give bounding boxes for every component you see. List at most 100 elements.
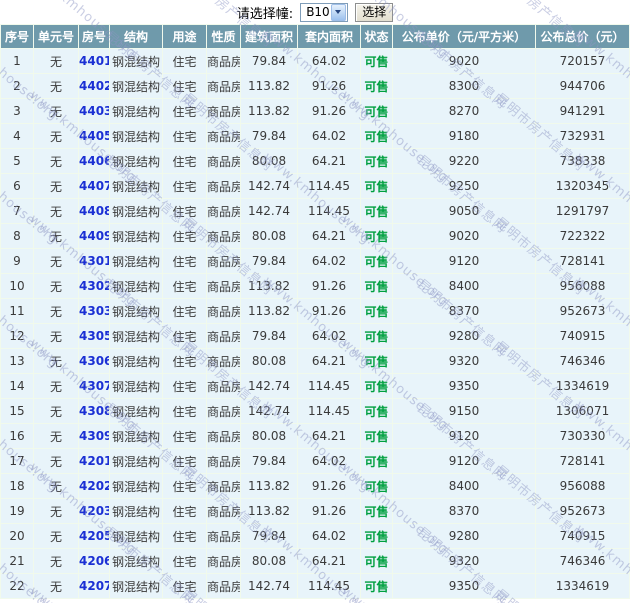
table-row: 10 无 4302 钢混结构 住宅 商品房 113.82 91.26 可售 8400 956088 [1,274,629,298]
building-selector-bar: 请选择幢: B10 选择 [0,0,630,24]
cell-structure: 钢混结构 [110,174,162,198]
cell-unit-price: 9120 [393,249,535,273]
cell-usage: 住宅 [163,74,206,98]
table-row: 6 无 4407 钢混结构 住宅 商品房 142.74 114.45 可售 9250 1320345 [1,174,629,198]
cell-total-price: 722322 [536,224,629,248]
cell-usage: 住宅 [163,449,206,473]
cell-room-no[interactable]: 4308 [79,399,109,423]
cell-total-price: 728141 [536,249,629,273]
cell-room-no[interactable]: 4206 [79,549,109,573]
cell-room-no[interactable]: 4301 [79,249,109,273]
cell-status-badge: 可售 [361,199,392,223]
cell-unit-no: 无 [34,449,78,473]
cell-floor-area: 80.08 [241,224,297,248]
cell-status-badge: 可售 [361,174,392,198]
cell-property-type: 商品房 [207,349,240,373]
cell-inner-area: 64.21 [298,424,360,448]
cell-room-no[interactable]: 4406 [79,149,109,173]
cell-room-no[interactable]: 4205 [79,524,109,548]
cell-unit-no: 无 [34,324,78,348]
cell-structure: 钢混结构 [110,124,162,148]
cell-unit-no: 无 [34,199,78,223]
cell-total-price: 941291 [536,99,629,123]
cell-status-badge: 可售 [361,324,392,348]
cell-structure: 钢混结构 [110,199,162,223]
cell-total-price: 952673 [536,299,629,323]
cell-usage: 住宅 [163,49,206,73]
cell-unit-no: 无 [34,224,78,248]
table-row: 7 无 4408 钢混结构 住宅 商品房 142.74 114.45 可售 9050 1291797 [1,199,629,223]
table-row: 8 无 4409 钢混结构 住宅 商品房 80.08 64.21 可售 9020 722322 [1,224,629,248]
cell-property-type: 商品房 [207,374,240,398]
cell-total-price: 740915 [536,524,629,548]
cell-inner-area: 64.02 [298,524,360,548]
cell-room-no[interactable]: 4302 [79,274,109,298]
cell-status-badge: 可售 [361,224,392,248]
column-header-status: 状态 [361,25,392,48]
cell-room-no[interactable]: 4303 [79,299,109,323]
cell-inner-area: 64.02 [298,249,360,273]
cell-unit-no: 无 [34,99,78,123]
cell-total-price: 952673 [536,499,629,523]
cell-room-no[interactable]: 4403 [79,99,109,123]
cell-index: 13 [1,349,33,373]
cell-status-badge: 可售 [361,574,392,598]
cell-room-no[interactable]: 4307 [79,374,109,398]
cell-room-no[interactable]: 4305 [79,324,109,348]
cell-inner-area: 91.26 [298,299,360,323]
cell-room-no[interactable]: 4203 [79,499,109,523]
cell-unit-no: 无 [34,74,78,98]
cell-structure: 钢混结构 [110,424,162,448]
cell-room-no[interactable]: 4402 [79,74,109,98]
select-button[interactable]: 选择 [355,2,394,22]
cell-inner-area: 91.26 [298,274,360,298]
cell-room-no[interactable]: 4306 [79,349,109,373]
cell-room-no[interactable]: 4207 [79,574,109,598]
table-row: 20 无 4205 钢混结构 住宅 商品房 79.84 64.02 可售 9280 740915 [1,524,629,548]
table-row: 9 无 4301 钢混结构 住宅 商品房 79.84 64.02 可售 9120 728141 [1,249,629,273]
cell-property-type: 商品房 [207,249,240,273]
cell-room-no[interactable]: 4401 [79,49,109,73]
cell-property-type: 商品房 [207,99,240,123]
cell-total-price: 740915 [536,324,629,348]
cell-floor-area: 142.74 [241,199,297,223]
column-header-total-price: 公布总价（元） [536,25,629,48]
cell-index: 1 [1,49,33,73]
cell-room-no[interactable]: 4201 [79,449,109,473]
cell-property-type: 商品房 [207,174,240,198]
cell-unit-price: 9250 [393,174,535,198]
cell-usage: 住宅 [163,374,206,398]
cell-property-type: 商品房 [207,299,240,323]
cell-unit-no: 无 [34,499,78,523]
cell-room-no[interactable]: 4309 [79,424,109,448]
cell-structure: 钢混结构 [110,99,162,123]
cell-property-type: 商品房 [207,499,240,523]
cell-usage: 住宅 [163,149,206,173]
cell-property-type: 商品房 [207,574,240,598]
building-select[interactable]: B10 [300,2,349,22]
cell-unit-price: 8370 [393,299,535,323]
cell-unit-no: 无 [34,574,78,598]
cell-inner-area: 114.45 [298,374,360,398]
select-building-label: 请选择幢: [236,6,294,22]
cell-structure: 钢混结构 [110,74,162,98]
cell-status-badge: 可售 [361,99,392,123]
cell-room-no[interactable]: 4405 [79,124,109,148]
cell-floor-area: 113.82 [241,299,297,323]
cell-room-no[interactable]: 4409 [79,224,109,248]
cell-usage: 住宅 [163,324,206,348]
column-header-room-no: 房号 [79,25,109,48]
cell-inner-area: 91.26 [298,74,360,98]
cell-status-badge: 可售 [361,399,392,423]
cell-room-no[interactable]: 4407 [79,174,109,198]
cell-room-no[interactable]: 4202 [79,474,109,498]
cell-index: 21 [1,549,33,573]
cell-structure: 钢混结构 [110,224,162,248]
table-row: 21 无 4206 钢混结构 住宅 商品房 80.08 64.21 可售 9320 746346 [1,549,629,573]
cell-structure: 钢混结构 [110,249,162,273]
cell-floor-area: 113.82 [241,474,297,498]
table-row: 5 无 4406 钢混结构 住宅 商品房 80.08 64.21 可售 9220 738338 [1,149,629,173]
cell-unit-price: 9150 [393,399,535,423]
cell-room-no[interactable]: 4408 [79,199,109,223]
chevron-down-icon[interactable] [330,3,347,21]
